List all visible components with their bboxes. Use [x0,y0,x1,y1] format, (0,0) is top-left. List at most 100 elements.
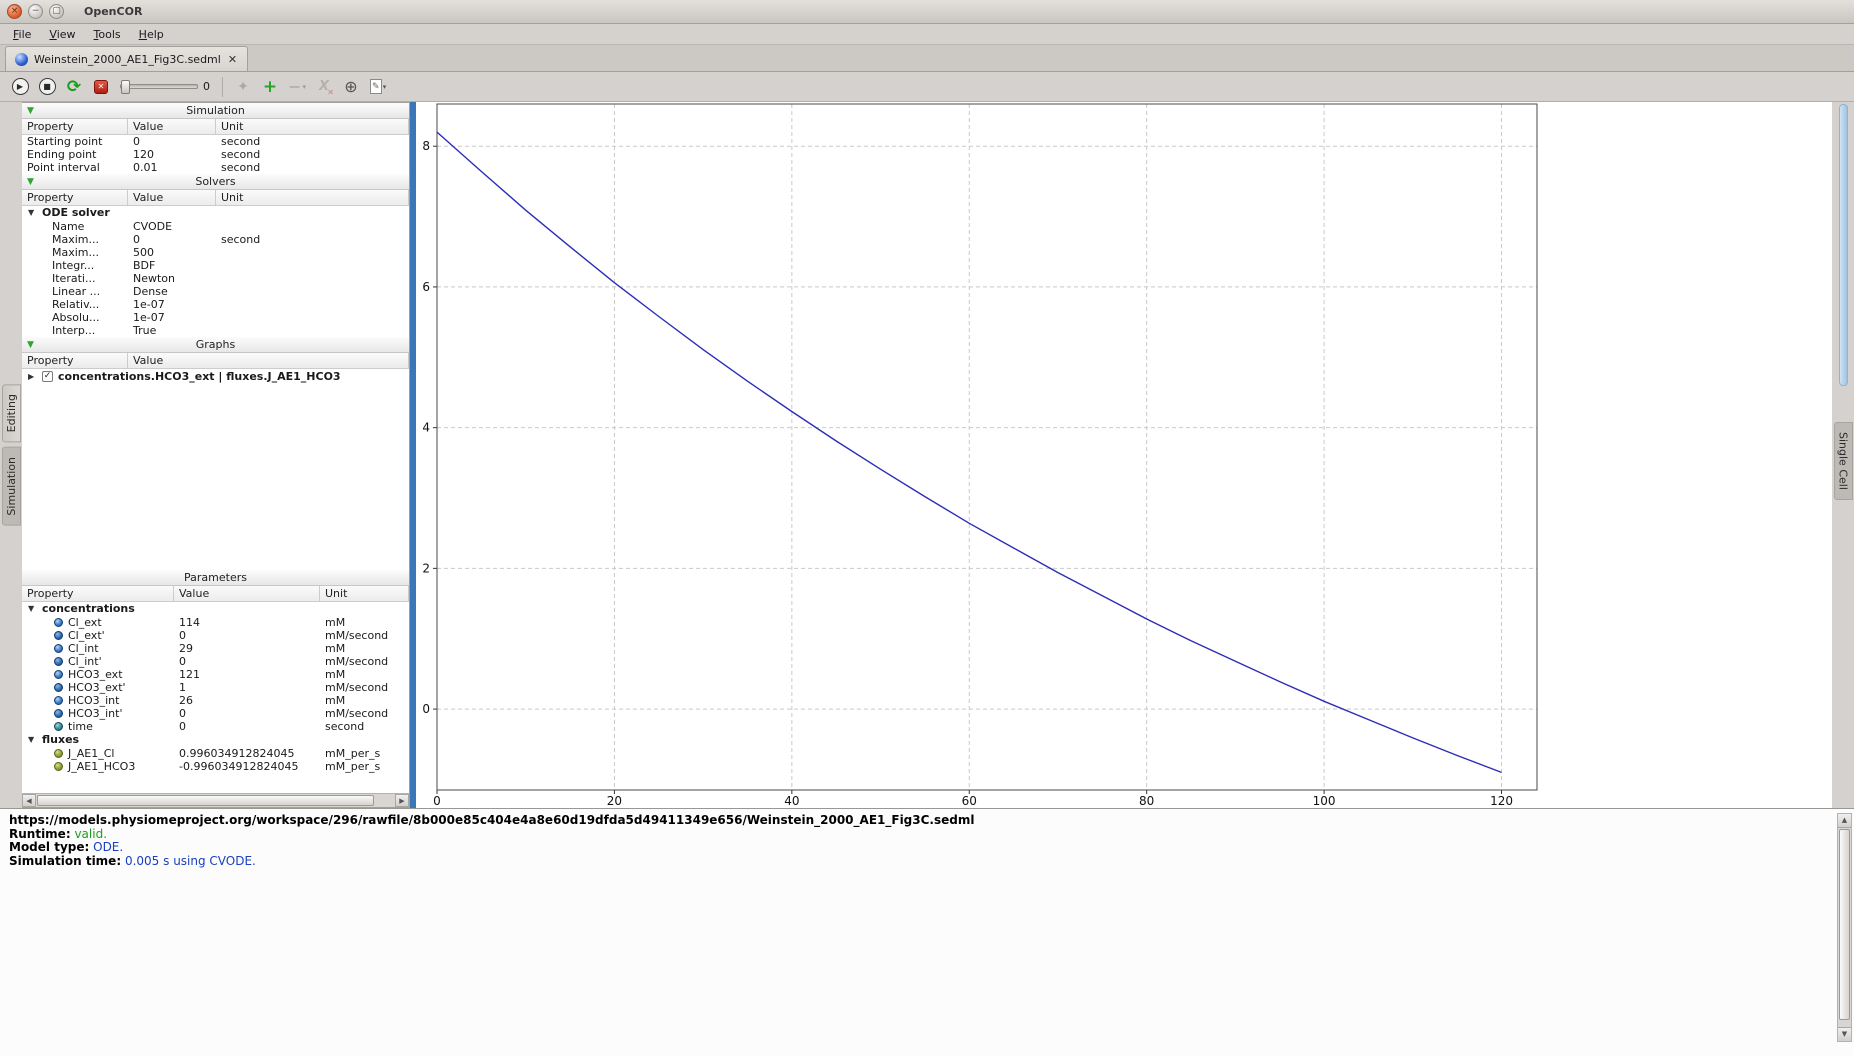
value-cell[interactable]: 26 [174,694,320,707]
scroll-right-icon[interactable]: ▶ [395,794,409,807]
graph-canvas[interactable]: 02040608010012002468 [416,102,1832,808]
export-data-button[interactable]: ⊕ [339,75,363,99]
value-cell[interactable]: 0 [128,233,216,246]
clear-results-button[interactable]: ✕ [89,75,113,99]
run-simulation-button[interactable]: ▶ [8,75,32,99]
unit-cell[interactable]: mM/second [320,655,409,668]
ode-solver-group-row[interactable]: ▼ ODE solver [22,206,409,220]
parameter-row[interactable]: time0second [22,720,409,733]
value-cell[interactable]: BDF [128,259,216,272]
delay-slider-thumb[interactable] [121,80,130,94]
parameter-row[interactable]: Cl_ext'0mM/second [22,629,409,642]
value-cell[interactable]: 0.01 [128,161,216,174]
remove-graph-panel-button[interactable]: −▾ [285,75,309,99]
value-cell[interactable]: 0 [174,655,320,668]
simulation-row[interactable]: Ending point120second [22,148,409,161]
unit-cell[interactable] [216,324,409,337]
parameter-row[interactable]: HCO3_ext121mM [22,668,409,681]
unit-cell[interactable]: second [216,135,409,148]
menu-item-file[interactable]: File [4,26,40,43]
window-minimize-button[interactable]: − [28,4,43,19]
parameter-row[interactable]: J_AE1_Cl0.996034912824045mM_per_s [22,747,409,760]
unit-cell[interactable] [216,246,409,259]
value-cell[interactable]: Dense [128,285,216,298]
scroll-down-icon[interactable]: ▼ [1838,1027,1851,1041]
file-tab[interactable]: Weinstein_2000_AE1_Fig3C.sedml ✕ [5,46,248,71]
unit-cell[interactable] [216,272,409,285]
unit-cell[interactable]: mM_per_s [320,747,409,760]
graph-checkbox[interactable]: ✓ [42,371,53,382]
graph-row[interactable]: ▶✓concentrations.HCO3_ext | fluxes.J_AE1… [22,369,409,384]
stop-simulation-button[interactable]: ■ [35,75,59,99]
menu-item-help[interactable]: Help [130,26,173,43]
parameter-group-concentrations[interactable]: ▼concentrations [22,602,409,616]
value-cell[interactable]: 0 [174,707,320,720]
unit-cell[interactable]: mM [320,642,409,655]
parameter-row[interactable]: J_AE1_HCO3-0.996034912824045mM_per_s [22,760,409,773]
parameter-row[interactable]: HCO3_ext'1mM/second [22,681,409,694]
tab-simulation[interactable]: Simulation [2,447,21,526]
console-vscrollbar[interactable]: ▲ ▼ [1837,813,1852,1042]
add-graph-panel-button[interactable]: + [258,75,282,99]
value-cell[interactable]: 500 [128,246,216,259]
tab-single-cell[interactable]: Single Cell [1834,422,1853,500]
solver-row[interactable]: NameCVODE [22,220,409,233]
value-cell[interactable]: True [128,324,216,337]
value-cell[interactable]: -0.996034912824045 [174,760,320,773]
solver-row[interactable]: Maxim...0second [22,233,409,246]
solver-row[interactable]: Absolu...1e-07 [22,311,409,324]
unit-cell[interactable]: second [216,233,409,246]
tab-editing[interactable]: Editing [2,384,21,442]
menu-item-view[interactable]: View [40,26,84,43]
value-cell[interactable]: 0.996034912824045 [174,747,320,760]
hscroll-thumb[interactable] [37,795,374,806]
unit-cell[interactable] [216,259,409,272]
solvers-section-header[interactable]: ▼ Solvers [22,174,409,190]
hscroll-track[interactable] [36,794,395,807]
value-cell[interactable]: CVODE [128,220,216,233]
value-cell[interactable]: 1e-07 [128,298,216,311]
unit-cell[interactable] [216,220,409,233]
value-cell[interactable]: 114 [174,616,320,629]
unit-cell[interactable]: mM/second [320,681,409,694]
model-url[interactable]: https://models.physiomeproject.org/works… [9,813,974,827]
graphs-section-header[interactable]: ▼ Graphs [22,337,409,353]
axes-settings-button[interactable]: X✕ [312,75,336,99]
tree-expanded-icon[interactable]: ▼ [28,733,37,747]
solver-row[interactable]: Maxim...500 [22,246,409,259]
unit-cell[interactable]: second [320,720,409,733]
simulation-section-header[interactable]: ▼ Simulation [22,103,409,119]
tree-expanded-icon[interactable]: ▼ [28,206,37,220]
parameter-row[interactable]: Cl_int'0mM/second [22,655,409,668]
parameter-group-fluxes[interactable]: ▼fluxes [22,733,409,747]
unit-cell[interactable] [216,285,409,298]
window-maximize-button[interactable]: ▢ [49,4,64,19]
value-cell[interactable]: 1 [174,681,320,694]
scroll-up-icon[interactable]: ▲ [1838,814,1851,828]
menu-item-tools[interactable]: Tools [85,26,130,43]
solver-row[interactable]: Relativ...1e-07 [22,298,409,311]
unit-cell[interactable]: mM_per_s [320,760,409,773]
simulation-row[interactable]: Point interval0.01second [22,161,409,174]
value-cell[interactable]: Newton [128,272,216,285]
solver-row[interactable]: Interp...True [22,324,409,337]
unit-cell[interactable]: mM [320,668,409,681]
unit-cell[interactable] [216,298,409,311]
unit-cell[interactable]: mM/second [320,629,409,642]
value-cell[interactable]: 120 [128,148,216,161]
scroll-left-icon[interactable]: ◀ [22,794,36,807]
unit-cell[interactable]: mM [320,616,409,629]
collapse-triangle-icon[interactable]: ▼ [27,104,34,119]
value-cell[interactable]: 0 [174,629,320,642]
tree-expanded-icon[interactable]: ▼ [28,602,37,616]
solver-row[interactable]: Linear ...Dense [22,285,409,298]
delay-slider-groove[interactable] [120,84,198,89]
unit-cell[interactable]: second [216,161,409,174]
parameter-row[interactable]: HCO3_int26mM [22,694,409,707]
collapse-triangle-icon[interactable]: ▼ [27,338,34,353]
tree-collapsed-icon[interactable]: ▶ [28,369,37,384]
reset-parameters-button[interactable]: ⟳ [62,75,86,99]
value-cell[interactable]: 0 [128,135,216,148]
solver-row[interactable]: Iterati...Newton [22,272,409,285]
right-scrollbar[interactable] [1839,104,1848,386]
